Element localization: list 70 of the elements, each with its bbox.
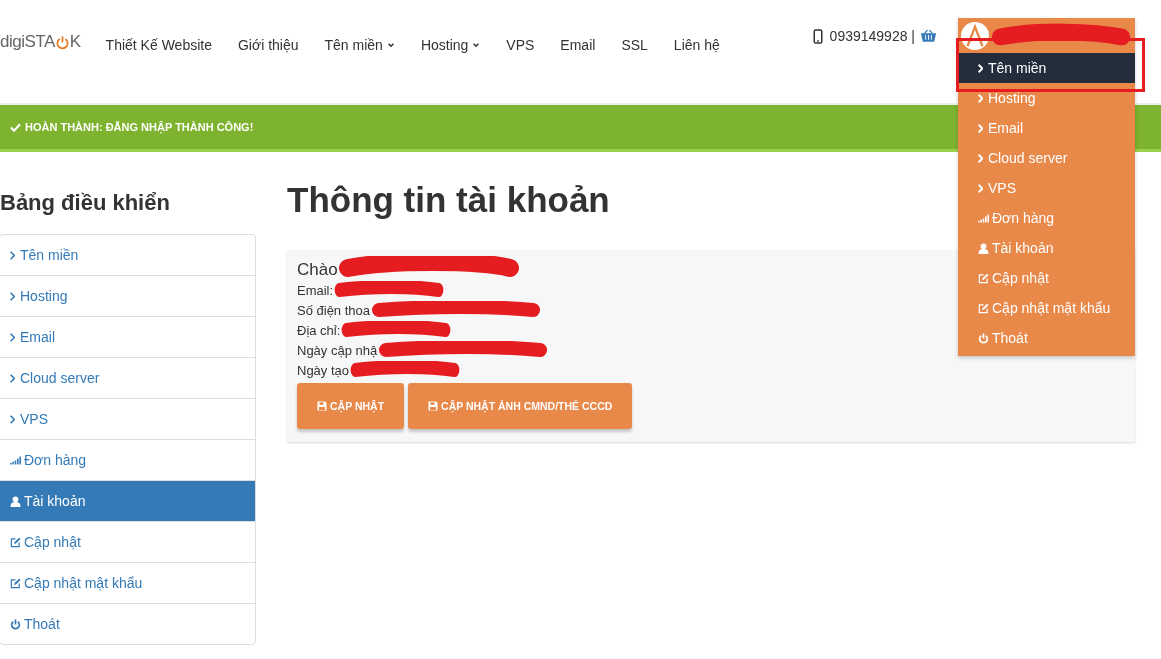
signal-bars-icon [978, 212, 989, 224]
chevron-right-icon [10, 332, 15, 342]
edit-icon [978, 272, 989, 284]
caret-icon[interactable] [472, 41, 481, 49]
sidebar-item[interactable]: Tài khoản [0, 481, 255, 522]
sidebar-item[interactable]: Cloud server [0, 358, 255, 399]
logo-text[interactable]: digiSTA [0, 32, 55, 52]
update-button[interactable]: CẬP NHẬT ẢNH CMND/THẺ CCCD [408, 383, 633, 429]
sidebar-item[interactable]: Cập nhật mật khẩu [0, 563, 255, 604]
nav-link[interactable]: Hosting [420, 37, 469, 53]
menu-item[interactable]: Cập nhật mật khẩu [958, 293, 1135, 323]
sidebar-item[interactable]: Cập nhật [0, 522, 255, 563]
nav-link[interactable]: Email [560, 37, 596, 53]
menu-item[interactable]: Hosting [958, 83, 1135, 113]
user-icon [10, 495, 21, 507]
menu-item[interactable]: Tên miền [958, 53, 1135, 83]
chevron-right-icon [10, 250, 15, 260]
menu-item[interactable]: Cập nhật [958, 263, 1135, 293]
user-icon [978, 242, 989, 254]
chevron-right-icon [978, 63, 983, 73]
sidebar-title: Bảng điều khiển [0, 190, 171, 216]
sidebar-item[interactable]: VPS [0, 399, 255, 440]
edit-icon [978, 302, 989, 314]
power-icon [10, 618, 21, 630]
menu-item[interactable]: Email [958, 113, 1135, 143]
menu-item[interactable]: VPS [958, 173, 1135, 203]
sidebar-item[interactable]: Hosting [0, 276, 255, 317]
page-title: Thông tin tài khoản [287, 180, 610, 220]
phone-icon [812, 28, 823, 44]
field-label: Ngày tạo [297, 362, 350, 378]
phone-number: 0939149928 | [829, 28, 915, 44]
nav-link[interactable]: Giới thiệu [237, 37, 299, 53]
signal-bars-icon [10, 454, 21, 466]
nav-link[interactable]: Thiết Kế Website [105, 37, 212, 53]
update-button[interactable]: CẬP NHẬT [297, 383, 405, 429]
chevron-right-icon [978, 93, 983, 103]
chevron-right-icon [10, 414, 15, 424]
nav-link[interactable]: Tên miền [324, 37, 383, 53]
greeting: Chào [297, 260, 338, 280]
chevron-right-icon [978, 123, 983, 133]
field-label: Email: [297, 282, 334, 298]
caret-icon[interactable] [386, 41, 395, 49]
field-label: Số điện thoa [297, 302, 370, 318]
chevron-right-icon [10, 373, 15, 383]
menu-item[interactable]: Cloud server [958, 143, 1135, 173]
menu-item[interactable]: Thoát [958, 323, 1135, 353]
field-label: Ngày cập nhậ [297, 342, 378, 358]
nav-link[interactable]: SSL [621, 37, 648, 53]
menu-item[interactable]: Tài khoản [958, 233, 1135, 263]
sidebar-item[interactable]: Thoát [0, 604, 255, 644]
nav-link[interactable]: Liên hệ [673, 37, 720, 53]
field-label: Địa chỉ: [297, 322, 341, 338]
edit-icon [10, 577, 21, 589]
power-icon [54, 34, 70, 50]
check-icon [10, 122, 21, 132]
nav-link[interactable]: VPS [506, 37, 535, 53]
avatar-icon[interactable] [961, 21, 989, 50]
chevron-right-icon [10, 291, 15, 301]
save-icon [317, 401, 327, 411]
menu-item[interactable]: Đơn hàng [958, 203, 1135, 233]
sidebar-item[interactable]: Tên miền [0, 235, 255, 276]
chevron-right-icon [978, 183, 983, 193]
power-icon [978, 332, 989, 344]
basket-icon[interactable] [920, 29, 937, 43]
save-icon [428, 401, 439, 411]
edit-icon [10, 536, 21, 548]
logo-text[interactable]: K [69, 32, 81, 52]
sidebar-item[interactable]: Email [0, 317, 255, 358]
success-message: HOÀN THÀNH: ĐĂNG NHẬP THÀNH CÔNG! [25, 121, 254, 133]
chevron-right-icon [978, 153, 983, 163]
